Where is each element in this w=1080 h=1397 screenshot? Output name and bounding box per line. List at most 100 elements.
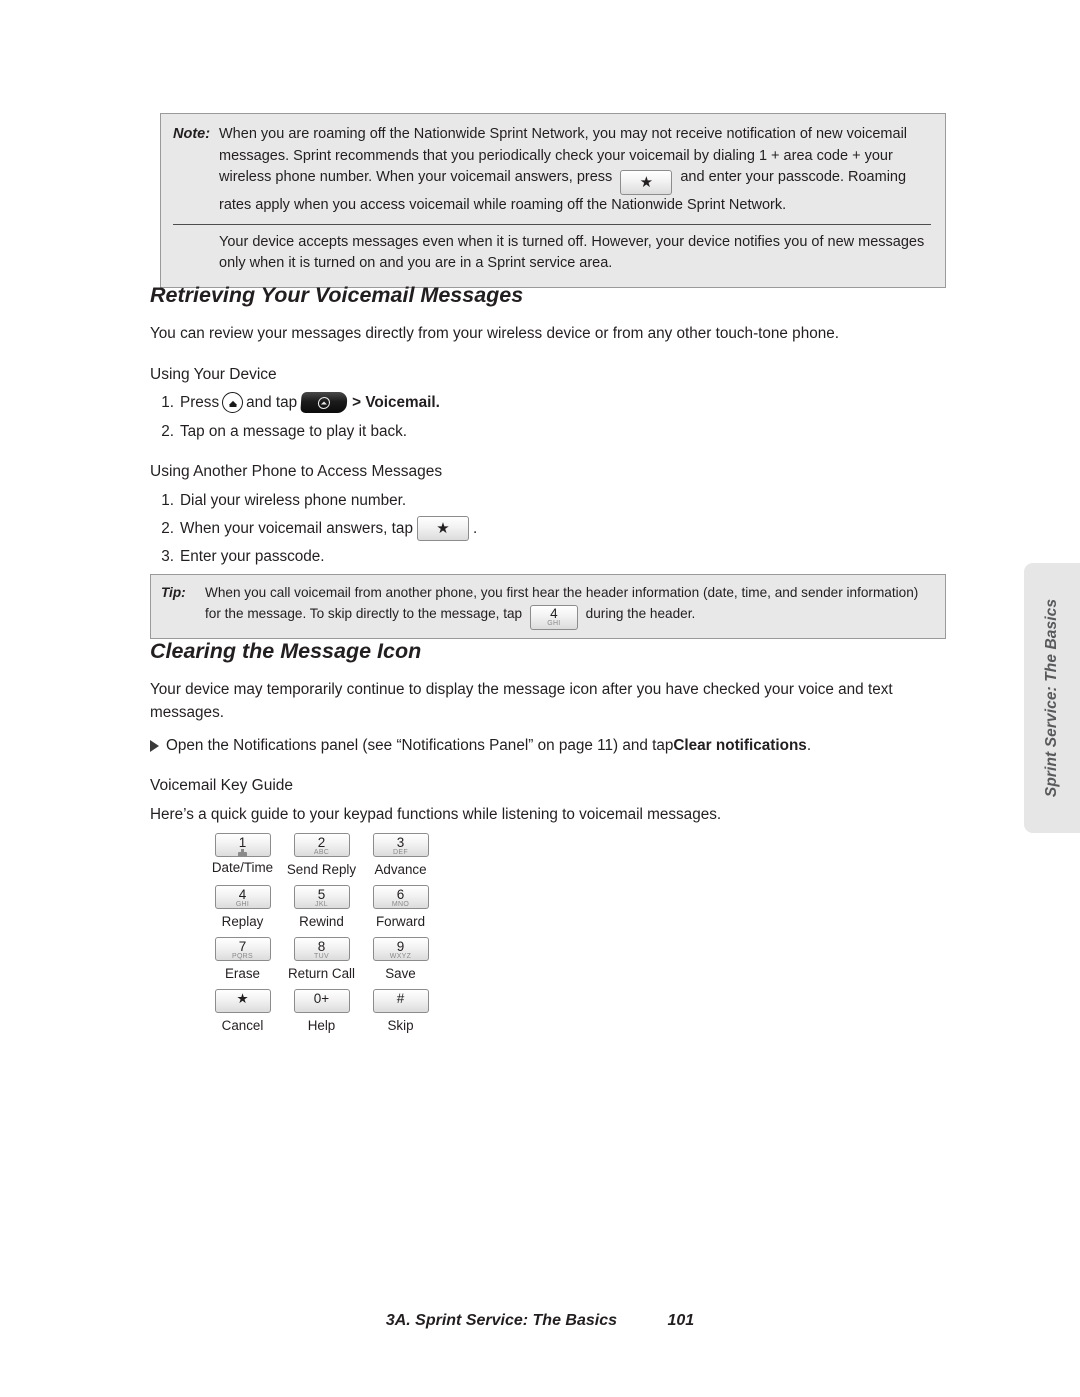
key-digit: 8 [317, 939, 326, 954]
triangle-bullet-icon [150, 739, 159, 752]
step-number: 1. [161, 394, 174, 411]
key-letters [374, 1005, 428, 1013]
subhead-using-another-phone: Using Another Phone to Access Messages [150, 463, 443, 480]
four-key-tip[interactable]: 4 GHI [529, 605, 578, 630]
key-letters [216, 1005, 270, 1013]
keypad-key-send-reply[interactable]: 2 ABC [293, 833, 350, 857]
voicemail-glyph-icon [238, 849, 247, 857]
key-guide-cell: 8 TUV Return Call [282, 937, 361, 983]
note-row-primary: Note: When you are roaming off the Natio… [173, 124, 931, 217]
note-paragraph-2: Your device accepts messages even when i… [219, 233, 925, 272]
list-item-tap-star: 2. When your voicemail answers, tap ★ . [152, 516, 477, 541]
key-guide-row: 4 GHI Replay 5 JKL Rewind 6 MNO Forward [203, 885, 440, 937]
list-item-press-voicemail: 1. Press and tap > Voicemail. [152, 391, 440, 414]
subhead-using-your-device: Using Your Device [150, 366, 277, 383]
tip-tag: Tip: [161, 585, 186, 600]
keypad-key-help[interactable]: 0+ [293, 989, 350, 1013]
key-caption: Return Call [288, 966, 355, 981]
tip-callout: Tip: When you call voicemail from anothe… [150, 574, 946, 639]
page-title-retrieving: Retrieving Your Voicemail Messages [150, 283, 524, 307]
key-letters: WXYZ [389, 953, 412, 960]
step-text-dial: Dial your wireless phone number. [180, 492, 407, 509]
bullet-text-pre: Open the Notifications panel (see “Notif… [166, 737, 674, 754]
key-caption: Send Reply [286, 862, 357, 877]
step-number: 2. [161, 520, 174, 537]
key-guide-cell: 1 Date/Time [203, 833, 282, 879]
tip-text-b: during the header. [585, 606, 696, 621]
keypad-key-date-time[interactable]: 1 [214, 833, 271, 857]
key-guide-cell: # Skip [361, 989, 440, 1035]
document-page: Sprint Service: The Basics Note: When yo… [0, 0, 1080, 1397]
side-tab-chapter: Sprint Service: The Basics [1024, 563, 1080, 833]
key-caption: Advance [374, 862, 427, 877]
key-digit: ★ [236, 991, 249, 1006]
key-digit: 9 [396, 939, 405, 954]
note-tag: Note: [173, 126, 211, 142]
launcher-icon[interactable] [300, 392, 348, 413]
key-caption: Help [307, 1018, 336, 1033]
star-key-note[interactable]: ★ [620, 170, 673, 195]
key-guide-cell: 2 ABC Send Reply [282, 833, 361, 879]
list-item-dial-number: 1. Dial your wireless phone number. [152, 489, 406, 512]
key-digit: 6 [396, 887, 405, 902]
bullet-text-post: . [806, 737, 812, 754]
step-number: 2. [161, 423, 174, 440]
bullet-open-notifications: Open the Notifications panel (see “Notif… [150, 734, 811, 757]
step-text-tap-message: Tap on a message to play it back. [180, 423, 408, 440]
key-guide-cell: 7 PQRS Erase [203, 937, 282, 983]
home-icon[interactable] [222, 392, 244, 413]
key-guide-intro: Here’s a quick guide to your keypad func… [150, 806, 722, 823]
key-digit: 7 [238, 939, 247, 954]
step-text-passcode: Enter your passcode. [180, 548, 325, 565]
key-letters: PQRS [231, 953, 254, 960]
keypad-key-rewind[interactable]: 5 JKL [293, 885, 350, 909]
keypad-key-save[interactable]: 9 WXYZ [372, 937, 429, 961]
key-digit: 0+ [313, 991, 330, 1006]
keypad-key-skip[interactable]: # [372, 989, 429, 1013]
key-guide-cell: 5 JKL Rewind [282, 885, 361, 931]
list-item-tap-message: 2. Tap on a message to play it back. [152, 420, 407, 443]
key-guide-row: 1 Date/Time 2 ABC Send Reply 3 DEF Advance [203, 833, 440, 885]
key-guide-cell: 4 GHI Replay [203, 885, 282, 931]
key-digit: 2 [317, 835, 326, 850]
tip-row: Tip: When you call voicemail from anothe… [161, 582, 935, 630]
key-letters: GHI [235, 901, 250, 908]
key-caption: Replay [221, 914, 264, 929]
key-letters: DEF [393, 849, 408, 856]
key-caption: Forward [375, 914, 426, 929]
key-guide-row: ★ Cancel 0+ Help # Skip [203, 989, 440, 1041]
tip-body: When you call voicemail from another pho… [205, 582, 935, 630]
bullet-text-bold: Clear notifications [673, 737, 807, 754]
side-tab-label: Sprint Service: The Basics [1043, 598, 1060, 798]
key-guide-cell: ★ Cancel [203, 989, 282, 1035]
keypad-key-replay[interactable]: 4 GHI [214, 885, 271, 909]
keypad-key-return-call[interactable]: 8 TUV [293, 937, 350, 961]
key-letters: GHI [547, 620, 561, 627]
key-caption: Rewind [299, 914, 344, 929]
key-letters [295, 1005, 349, 1013]
key-guide-cell: 0+ Help [282, 989, 361, 1035]
keypad-key-forward[interactable]: 6 MNO [372, 885, 429, 909]
key-guide-cell: 9 WXYZ Save [361, 937, 440, 983]
keypad-key-advance[interactable]: 3 DEF [372, 833, 429, 857]
key-guide-row: 7 PQRS Erase 8 TUV Return Call 9 WXYZ Save [203, 937, 440, 989]
key-digit: # [396, 991, 405, 1006]
note-row-secondary: Your device accepts messages even when i… [173, 232, 931, 275]
voicemail-key-guide-grid: 1 Date/Time 2 ABC Send Reply 3 DEF Advance 4 GHI R… [203, 833, 440, 1041]
page-footer: 3A. Sprint Service: The Basics 101 [0, 1312, 1080, 1330]
key-digit: 4 [238, 887, 247, 902]
key-digit: 5 [317, 887, 326, 902]
subhead-voicemail-key-guide: Voicemail Key Guide [150, 777, 294, 794]
page-title-clearing: Clearing the Message Icon [150, 639, 422, 663]
step-number: 1. [161, 492, 174, 509]
key-digit: 4 [550, 606, 558, 621]
key-guide-cell: 3 DEF Advance [361, 833, 440, 879]
key-letters: ABC [313, 849, 330, 856]
key-caption: Save [385, 966, 416, 981]
keypad-key-erase[interactable]: 7 PQRS [214, 937, 271, 961]
note-divider [173, 223, 931, 225]
star-key-step[interactable]: ★ [416, 516, 469, 541]
key-caption: Erase [225, 966, 260, 981]
keypad-key-cancel[interactable]: ★ [214, 989, 271, 1013]
step-text-press: Press [180, 394, 220, 411]
